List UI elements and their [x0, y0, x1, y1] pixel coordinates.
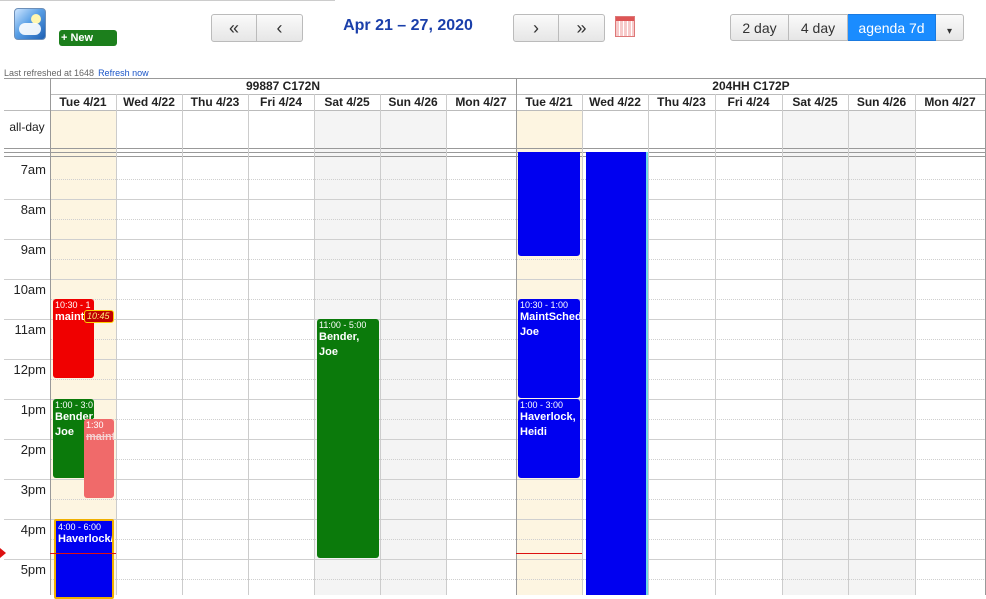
- day-header[interactable]: Thu 4/23: [648, 94, 715, 110]
- event-block[interactable]: 4:00 - 6:00 Haverlock/I: [54, 519, 114, 599]
- weather-app-icon[interactable]: [14, 8, 46, 40]
- event-block[interactable]: [518, 152, 580, 256]
- last-refreshed-text: Last refreshed at 1648: [4, 68, 95, 78]
- view-switcher: 2 day 4 day agenda 7d ▾: [730, 14, 964, 41]
- day-header[interactable]: Sun 4/26: [848, 94, 915, 110]
- current-time-line: [50, 553, 116, 554]
- refresh-now-link[interactable]: Refresh now: [98, 68, 149, 78]
- time-label: 2pm: [20, 442, 46, 457]
- event-block[interactable]: 1:00 - 3:00 Haverlock, Heidi: [518, 399, 580, 478]
- day-header[interactable]: Sat 4/25: [782, 94, 848, 110]
- event-block[interactable]: [586, 152, 646, 595]
- event-block[interactable]: 11:00 - 5:00 Bender, Joe: [317, 319, 379, 558]
- next-week-button[interactable]: »: [559, 14, 605, 42]
- time-label: 1pm: [20, 402, 46, 417]
- nav-back-group: « ‹: [211, 14, 303, 42]
- day-header[interactable]: Tue 4/21: [50, 94, 116, 110]
- nav-forward-group: › »: [513, 14, 605, 42]
- calendar-grid: 99887 C172N 204HH C172P Tue 4/21 Wed 4/2…: [0, 78, 986, 599]
- time-label: 8am: [20, 202, 46, 217]
- event-block[interactable]: 10:30 - 1:00 MaintSched Joe: [518, 299, 580, 398]
- day-header[interactable]: Wed 4/22: [582, 94, 648, 110]
- day-header[interactable]: Wed 4/22: [116, 94, 182, 110]
- view-dropdown-button[interactable]: ▾: [936, 14, 964, 41]
- view-4day-button[interactable]: 4 day: [789, 14, 848, 41]
- time-label: 4pm: [20, 522, 46, 537]
- day-header[interactable]: Thu 4/23: [182, 94, 248, 110]
- date-range-title: Apr 21 – 27, 2020: [343, 17, 473, 34]
- time-label: 10am: [13, 282, 46, 297]
- current-time-marker: [0, 548, 6, 558]
- refresh-status: Last refreshed at 1648 Refresh now: [4, 68, 149, 78]
- time-label: 11am: [14, 322, 46, 337]
- event-block[interactable]: 1:30 maint: [84, 419, 114, 498]
- weekend-shade: [782, 110, 848, 595]
- time-label: 9am: [20, 242, 46, 257]
- time-label: 7am: [20, 162, 46, 177]
- time-label: 3pm: [20, 482, 46, 497]
- prev-week-button[interactable]: «: [211, 14, 257, 42]
- day-header[interactable]: Sat 4/25: [314, 94, 380, 110]
- all-day-label: all-day: [9, 120, 45, 134]
- day-header[interactable]: Fri 4/24: [248, 94, 314, 110]
- top-divider: [0, 0, 335, 1]
- day-header[interactable]: Mon 4/27: [446, 94, 516, 110]
- new-event-button[interactable]: + New: [59, 30, 117, 46]
- view-agenda7d-button[interactable]: agenda 7d: [848, 14, 936, 41]
- prev-day-button[interactable]: ‹: [257, 14, 303, 42]
- current-time-line: [516, 553, 582, 554]
- view-2day-button[interactable]: 2 day: [730, 14, 789, 41]
- day-header[interactable]: Fri 4/24: [715, 94, 782, 110]
- day-header[interactable]: Tue 4/21: [516, 94, 582, 110]
- weekend-shade: [848, 110, 915, 595]
- day-header[interactable]: Mon 4/27: [915, 94, 985, 110]
- calendar-picker-icon[interactable]: [615, 16, 635, 37]
- time-label: 12pm: [13, 362, 46, 377]
- resource-header: 99887 C172N: [245, 79, 321, 93]
- event-badge[interactable]: 10:45: [84, 310, 114, 323]
- time-label: 5pm: [20, 562, 46, 577]
- next-day-button[interactable]: ›: [513, 14, 559, 42]
- weekend-shade: [380, 110, 446, 595]
- day-header[interactable]: Sun 4/26: [380, 94, 446, 110]
- resource-header: 204HH C172P: [712, 79, 790, 93]
